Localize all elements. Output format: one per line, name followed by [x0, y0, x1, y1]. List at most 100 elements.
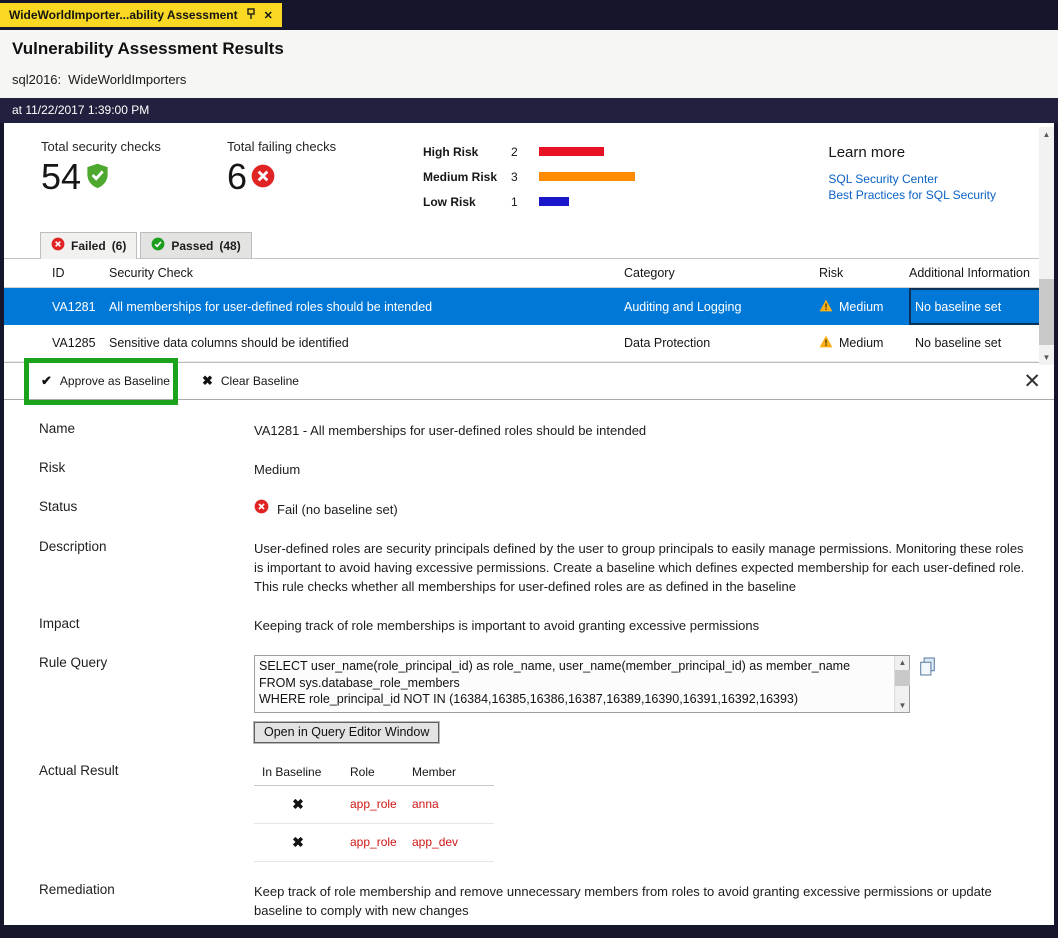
- query-vertical-scrollbar[interactable]: ▲ ▼: [894, 656, 909, 712]
- grid-header-row: ID Security Check Category Risk Addition…: [4, 259, 1054, 288]
- detail-row-status: Status Fail (no baseline set): [39, 499, 1054, 519]
- low-risk-count: 1: [511, 195, 539, 209]
- close-details-icon[interactable]: ✕: [1023, 371, 1041, 392]
- medium-risk-label: Medium Risk: [423, 170, 511, 184]
- tab-passed[interactable]: Passed (48): [140, 232, 251, 259]
- detail-row-name: Name VA1281 - All memberships for user-d…: [39, 421, 1054, 440]
- rule-query-box[interactable]: SELECT user_name(role_principal_id) as r…: [254, 655, 910, 713]
- server-database-line: sql2016: WideWorldImporters: [12, 72, 1046, 89]
- not-in-baseline-icon: ✖: [292, 796, 304, 813]
- link-sql-security-center[interactable]: SQL Security Center: [828, 171, 996, 187]
- tab-failed[interactable]: Failed (6): [40, 232, 137, 259]
- cell-category: Data Protection: [624, 336, 819, 350]
- column-header-id[interactable]: ID: [40, 266, 109, 280]
- results-header: Vulnerability Assessment Results sql2016…: [0, 30, 1058, 98]
- medium-risk-row: Medium Risk 3: [423, 164, 635, 189]
- scrollbar-up-button[interactable]: ▲: [1039, 127, 1054, 142]
- result-table-header: In Baseline Role Member: [254, 765, 494, 786]
- approve-as-baseline-label: Approve as Baseline: [60, 374, 170, 388]
- approve-as-baseline-button[interactable]: ✔ Approve as Baseline: [41, 373, 170, 389]
- cell-additional-info: No baseline set: [909, 325, 1041, 361]
- check-details-panel: Name VA1281 - All memberships for user-d…: [4, 400, 1054, 920]
- detail-row-rule-query: Rule Query SELECT user_name(role_princip…: [39, 655, 1054, 743]
- detail-row-actual-result: Actual Result In Baseline Role Member ✖ …: [39, 763, 1054, 862]
- check-icon: ✔: [41, 373, 52, 389]
- open-in-query-editor-button[interactable]: Open in Query Editor Window: [254, 722, 439, 743]
- column-header-additional-info[interactable]: Additional Information: [909, 266, 1041, 280]
- failed-icon: [51, 237, 65, 254]
- results-pane: Total security checks 54 Total failing c…: [4, 123, 1054, 925]
- medium-risk-count: 3: [511, 170, 539, 184]
- col-in-baseline: In Baseline: [254, 765, 342, 779]
- failing-checks-label: Total failing checks: [227, 139, 413, 154]
- result-row: ✖ app_role anna: [254, 786, 494, 824]
- query-scroll-down-button[interactable]: ▼: [895, 699, 910, 712]
- description-value: User-defined roles are security principa…: [254, 539, 1026, 596]
- grid-row-va1281[interactable]: VA1281 All memberships for user-defined …: [4, 288, 1054, 325]
- cross-icon: ✖: [202, 373, 213, 389]
- rule-query-label: Rule Query: [39, 655, 254, 743]
- risk-value: Medium: [254, 460, 300, 479]
- clear-baseline-button[interactable]: ✖ Clear Baseline: [202, 373, 299, 389]
- detail-row-remediation: Remediation Keep track of role membershi…: [39, 882, 1054, 920]
- status-fail-icon: [254, 499, 269, 519]
- scrollbar-thumb[interactable]: [1039, 279, 1054, 345]
- query-scrollbar-thumb[interactable]: [895, 670, 910, 686]
- document-tab[interactable]: WideWorldImporter...ability Assessment ✕: [0, 3, 282, 27]
- learn-more-section: Learn more SQL Security Center Best Prac…: [828, 139, 996, 231]
- page-title: Vulnerability Assessment Results: [12, 39, 1046, 59]
- remediation-value: Keep track of role membership and remove…: [254, 882, 1026, 920]
- total-checks-value: 54: [41, 159, 81, 195]
- column-header-category[interactable]: Category: [624, 266, 819, 280]
- passed-icon: [151, 237, 165, 254]
- failing-checks-value: 6: [227, 159, 247, 195]
- column-header-security-check[interactable]: Security Check: [109, 266, 624, 280]
- vertical-scrollbar[interactable]: ▲ ▼: [1039, 127, 1054, 365]
- actual-result-table: In Baseline Role Member ✖ app_role anna …: [254, 765, 494, 862]
- high-risk-bar: [539, 147, 604, 156]
- high-risk-count: 2: [511, 145, 539, 159]
- col-role: Role: [342, 765, 404, 779]
- column-header-risk[interactable]: Risk: [819, 266, 909, 280]
- clear-baseline-label: Clear Baseline: [221, 374, 299, 388]
- tab-passed-label: Passed: [171, 239, 213, 253]
- scrollbar-down-button[interactable]: ▼: [1039, 350, 1054, 365]
- tab-failed-label: Failed: [71, 239, 106, 253]
- result-role: app_role: [342, 797, 404, 811]
- cell-category: Auditing and Logging: [624, 300, 819, 314]
- detail-row-impact: Impact Keeping track of role memberships…: [39, 616, 1054, 635]
- actual-result-label: Actual Result: [39, 763, 254, 862]
- fail-circle-icon: [250, 163, 276, 194]
- query-line: WHERE role_principal_id NOT IN (16384,16…: [259, 691, 889, 708]
- tab-passed-count: (48): [219, 239, 240, 253]
- query-scroll-up-button[interactable]: ▲: [895, 656, 910, 669]
- scan-timestamp: at 11/22/2017 1:39:00 PM: [0, 98, 1058, 123]
- grid-row-va1285[interactable]: VA1285 Sensitive data columns should be …: [4, 325, 1054, 362]
- cell-risk: Medium: [819, 335, 909, 351]
- cell-additional-info-focused[interactable]: No baseline set: [909, 288, 1041, 325]
- query-line: FROM sys.database_role_members: [259, 675, 889, 692]
- total-checks-metric: Total security checks 54: [41, 139, 227, 231]
- cell-security-check: Sensitive data columns should be identif…: [109, 336, 624, 350]
- result-tabstrip: Failed (6) Passed (48): [4, 231, 1054, 258]
- tab-close-icon[interactable]: ✕: [264, 9, 273, 22]
- document-tab-bar: WideWorldImporter...ability Assessment ✕: [0, 0, 1058, 30]
- copy-query-icon[interactable]: [919, 657, 936, 681]
- pin-icon[interactable]: [246, 8, 256, 23]
- result-member: anna: [404, 797, 494, 811]
- database-name: WideWorldImporters: [68, 72, 186, 87]
- detail-row-risk: Risk Medium: [39, 460, 1054, 479]
- server-name: sql2016:: [12, 72, 61, 87]
- high-risk-label: High Risk: [423, 145, 511, 159]
- status-value: Fail (no baseline set): [277, 500, 398, 519]
- name-label: Name: [39, 421, 254, 440]
- cell-risk: Medium: [819, 299, 909, 315]
- summary-section: Total security checks 54 Total failing c…: [4, 123, 1054, 231]
- status-label: Status: [39, 499, 254, 519]
- link-best-practices[interactable]: Best Practices for SQL Security: [828, 187, 996, 203]
- risk-label: Risk: [39, 460, 254, 479]
- low-risk-row: Low Risk 1: [423, 189, 635, 214]
- result-row: ✖ app_role app_dev: [254, 824, 494, 862]
- learn-more-title: Learn more: [828, 144, 996, 161]
- shield-check-icon: [84, 162, 111, 194]
